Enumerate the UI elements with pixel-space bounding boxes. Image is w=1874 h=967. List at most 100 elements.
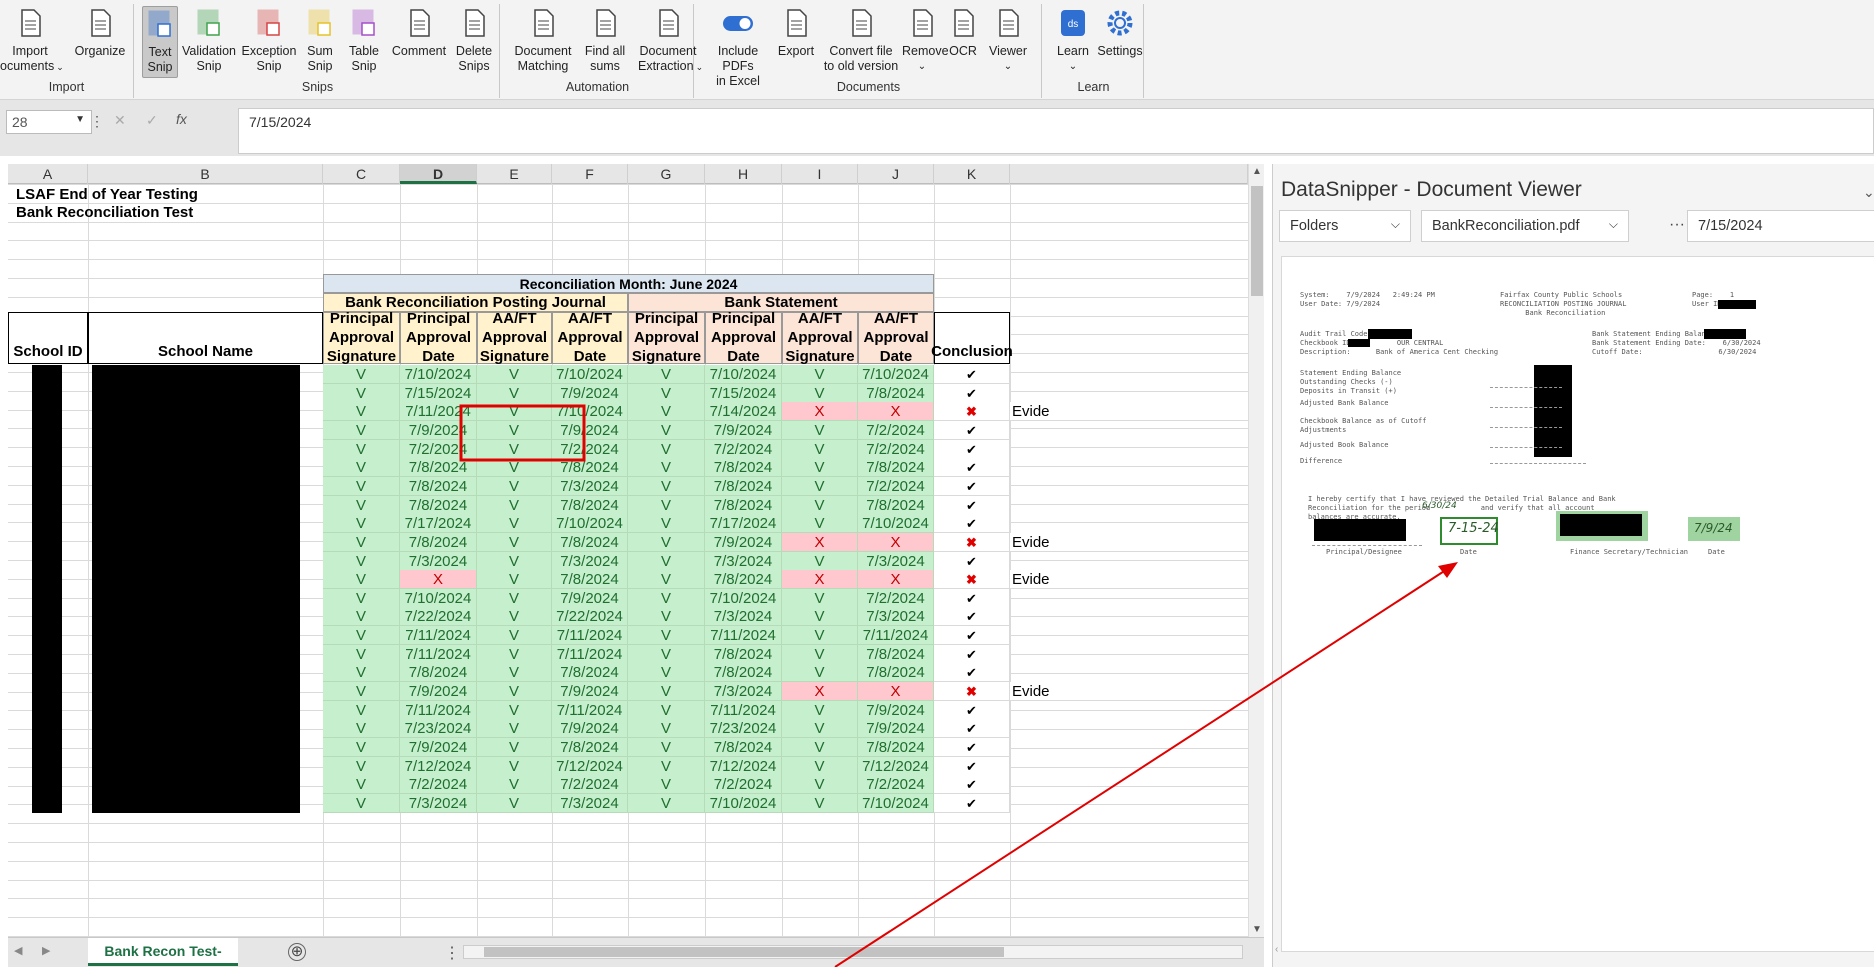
table-cell[interactable]: 7/11/2024 (705, 701, 782, 720)
scroll-up-icon[interactable]: ▲ (1252, 166, 1262, 177)
organize-button[interactable]: Organize (70, 6, 130, 76)
table-cell[interactable]: V (628, 663, 705, 682)
table-cell[interactable]: 7/17/2024 (705, 514, 782, 533)
table-cell[interactable]: V (477, 682, 552, 701)
table-cell[interactable]: V (782, 607, 858, 626)
tab-scroll-right-icon[interactable]: ▶ (42, 944, 50, 957)
scroll-left-icon[interactable]: ‹ (1275, 944, 1278, 955)
table-cell[interactable]: V (323, 440, 400, 459)
table-cell[interactable]: V (477, 626, 552, 645)
table-cell[interactable]: V (323, 645, 400, 664)
document-matching-button[interactable]: Document Matching (512, 6, 574, 76)
table-cell[interactable]: 7/8/2024 (552, 533, 628, 552)
evidence-note[interactable]: Evide (1010, 533, 1248, 552)
table-cell[interactable]: V (628, 514, 705, 533)
table-cell[interactable]: V (782, 365, 858, 384)
table-cell[interactable]: 7/8/2024 (705, 570, 782, 589)
table-cell[interactable]: 7/8/2024 (400, 496, 477, 515)
learn-button[interactable]: ds Learn ⌄ (1052, 6, 1094, 76)
table-cell[interactable]: 7/14/2024 (705, 402, 782, 421)
table-cell[interactable]: 7/22/2024 (552, 607, 628, 626)
table-cell[interactable]: X (782, 533, 858, 552)
column-header-j[interactable]: J (858, 164, 934, 184)
table-cell[interactable]: 7/3/2024 (552, 794, 628, 813)
table-cell[interactable]: 7/22/2024 (400, 607, 477, 626)
table-cell[interactable]: 7/10/2024 (705, 794, 782, 813)
table-cell[interactable]: 7/8/2024 (858, 663, 934, 682)
comment-button[interactable]: Comment (388, 6, 450, 76)
table-cell[interactable]: V (628, 440, 705, 459)
table-cell[interactable]: 7/2/2024 (400, 775, 477, 794)
table-cell[interactable]: V (477, 589, 552, 608)
table-cell[interactable]: 7/8/2024 (400, 533, 477, 552)
table-cell[interactable]: V (782, 701, 858, 720)
evidence-note[interactable]: Evide (1010, 402, 1248, 421)
table-cell[interactable]: 7/9/2024 (552, 384, 628, 403)
table-cell[interactable]: V (323, 626, 400, 645)
vertical-scrollbar[interactable]: ▲ ▼ (1248, 164, 1264, 937)
table-cell[interactable]: 7/11/2024 (400, 645, 477, 664)
table-cell[interactable]: 7/11/2024 (552, 645, 628, 664)
table-cell[interactable]: V (477, 570, 552, 589)
table-cell[interactable]: V (477, 701, 552, 720)
table-cell[interactable]: 7/8/2024 (705, 496, 782, 515)
table-cell[interactable]: V (477, 384, 552, 403)
table-cell[interactable]: V (628, 626, 705, 645)
table-cell[interactable]: V (323, 682, 400, 701)
table-cell[interactable]: 7/2/2024 (705, 440, 782, 459)
table-cell[interactable]: 7/10/2024 (400, 365, 477, 384)
folders-dropdown[interactable]: Folders ⌵ (1279, 210, 1411, 242)
table-cell[interactable]: V (782, 775, 858, 794)
table-cell[interactable]: 7/8/2024 (400, 663, 477, 682)
table-cell[interactable]: V (782, 552, 858, 571)
table-cell[interactable]: 7/11/2024 (552, 626, 628, 645)
add-sheet-button[interactable]: ⊕ (288, 943, 306, 961)
table-cell[interactable]: V (628, 738, 705, 757)
table-cell[interactable]: V (477, 533, 552, 552)
table-cell[interactable]: 7/11/2024 (400, 701, 477, 720)
table-cell[interactable]: V (782, 421, 858, 440)
table-cell[interactable]: V (477, 775, 552, 794)
table-cell[interactable]: V (477, 645, 552, 664)
table-cell[interactable]: V (628, 458, 705, 477)
table-cell[interactable]: 7/10/2024 (552, 365, 628, 384)
table-cell[interactable]: X (858, 533, 934, 552)
table-cell[interactable]: V (628, 477, 705, 496)
horizontal-scrollbar[interactable] (463, 945, 1243, 959)
table-cell[interactable]: V (477, 607, 552, 626)
table-cell[interactable]: 7/8/2024 (705, 663, 782, 682)
table-cell[interactable]: V (477, 496, 552, 515)
table-cell[interactable]: V (323, 533, 400, 552)
table-cell[interactable]: V (323, 365, 400, 384)
table-cell[interactable]: 7/12/2024 (400, 757, 477, 776)
table-cell[interactable]: 7/12/2024 (858, 757, 934, 776)
table-cell[interactable]: 7/8/2024 (400, 477, 477, 496)
table-cell[interactable]: V (782, 757, 858, 776)
table-cell[interactable]: V (782, 440, 858, 459)
table-cell[interactable]: 7/3/2024 (858, 607, 934, 626)
table-cell[interactable]: 7/23/2024 (400, 719, 477, 738)
table-cell[interactable]: V (477, 477, 552, 496)
tab-scroll-left-icon[interactable]: ◀ (14, 944, 22, 957)
column-header-d[interactable]: D (400, 164, 477, 184)
pdf-page[interactable]: System: 7/9/2024 2:49:24 PM User Date: 7… (1281, 256, 1874, 952)
table-cell[interactable]: V (782, 738, 858, 757)
table-cell[interactable]: V (477, 514, 552, 533)
table-cell[interactable]: 7/10/2024 (858, 514, 934, 533)
spreadsheet-grid[interactable]: ABCDEFGHIJK LSAF End of Year Testing Bank… (8, 164, 1248, 937)
table-cell[interactable]: 7/11/2024 (400, 626, 477, 645)
table-cell[interactable]: 7/10/2024 (858, 365, 934, 384)
table-cell[interactable]: V (323, 589, 400, 608)
table-cell[interactable]: V (477, 794, 552, 813)
table-cell[interactable]: 7/2/2024 (858, 440, 934, 459)
table-cell[interactable]: 7/3/2024 (552, 552, 628, 571)
table-cell[interactable]: 7/8/2024 (858, 496, 934, 515)
find-all-sums-button[interactable]: Find all sums (576, 6, 634, 76)
table-cell[interactable]: 7/8/2024 (705, 738, 782, 757)
table-cell[interactable]: 7/11/2024 (400, 402, 477, 421)
table-cell[interactable]: 7/2/2024 (858, 775, 934, 794)
table-cell[interactable]: V (477, 719, 552, 738)
table-cell[interactable]: V (477, 402, 552, 421)
table-cell[interactable]: V (323, 607, 400, 626)
table-cell[interactable]: V (782, 496, 858, 515)
